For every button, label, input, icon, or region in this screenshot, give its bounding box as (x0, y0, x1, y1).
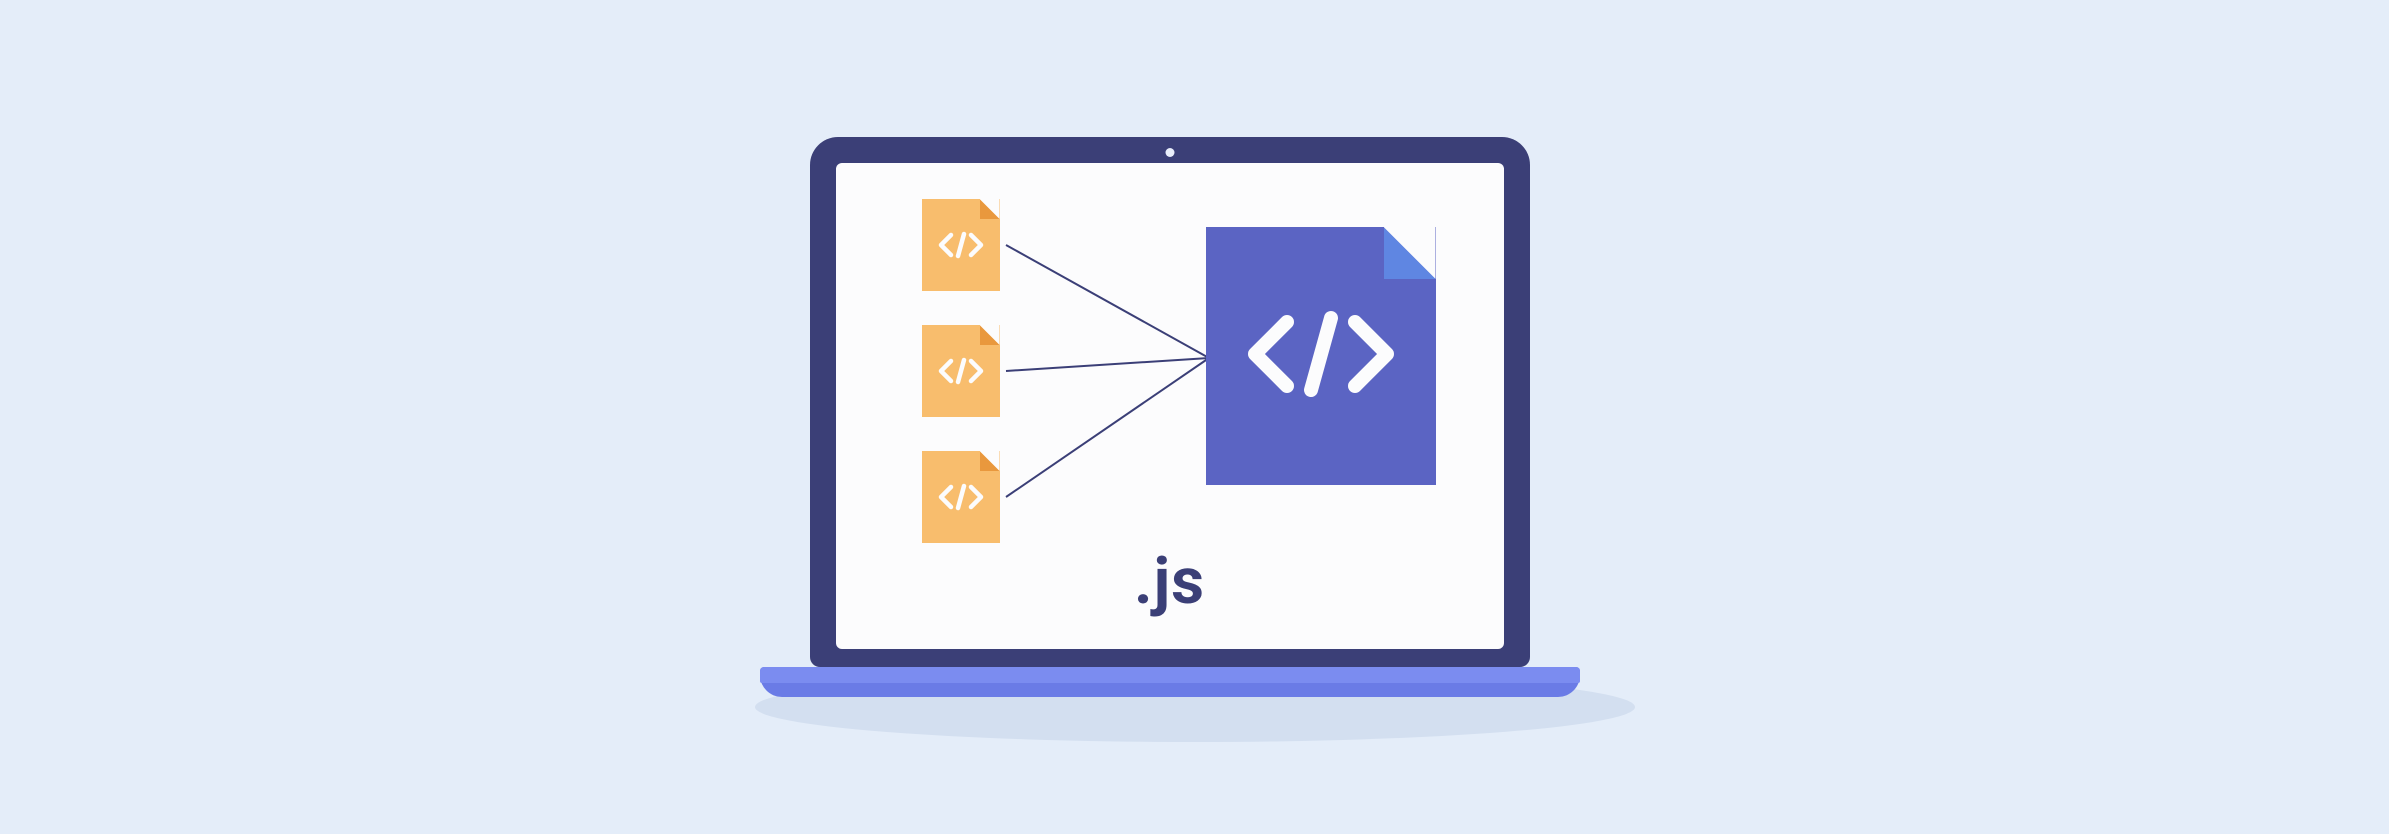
bundle-file-icon (1206, 227, 1436, 485)
laptop-icon: .js (810, 137, 1580, 697)
file-extension-label: .js (836, 544, 1504, 619)
laptop-base-edge (760, 667, 1580, 683)
diagram-content: .js (836, 163, 1504, 649)
merge-arrows-icon (1004, 193, 1224, 533)
laptop-screen: .js (836, 163, 1504, 649)
laptop-base (760, 667, 1580, 697)
code-brackets-icon (937, 357, 985, 385)
laptop-lid: .js (810, 137, 1530, 667)
code-brackets-icon (937, 231, 985, 259)
illustration-stage: .js (695, 57, 1695, 777)
source-file-icon (922, 199, 1000, 291)
code-brackets-icon (1241, 304, 1401, 408)
code-brackets-icon (937, 483, 985, 511)
source-file-icon (922, 451, 1000, 543)
source-file-icon (922, 325, 1000, 417)
webcam-dot-icon (1165, 148, 1174, 157)
source-files-group (922, 199, 1000, 543)
